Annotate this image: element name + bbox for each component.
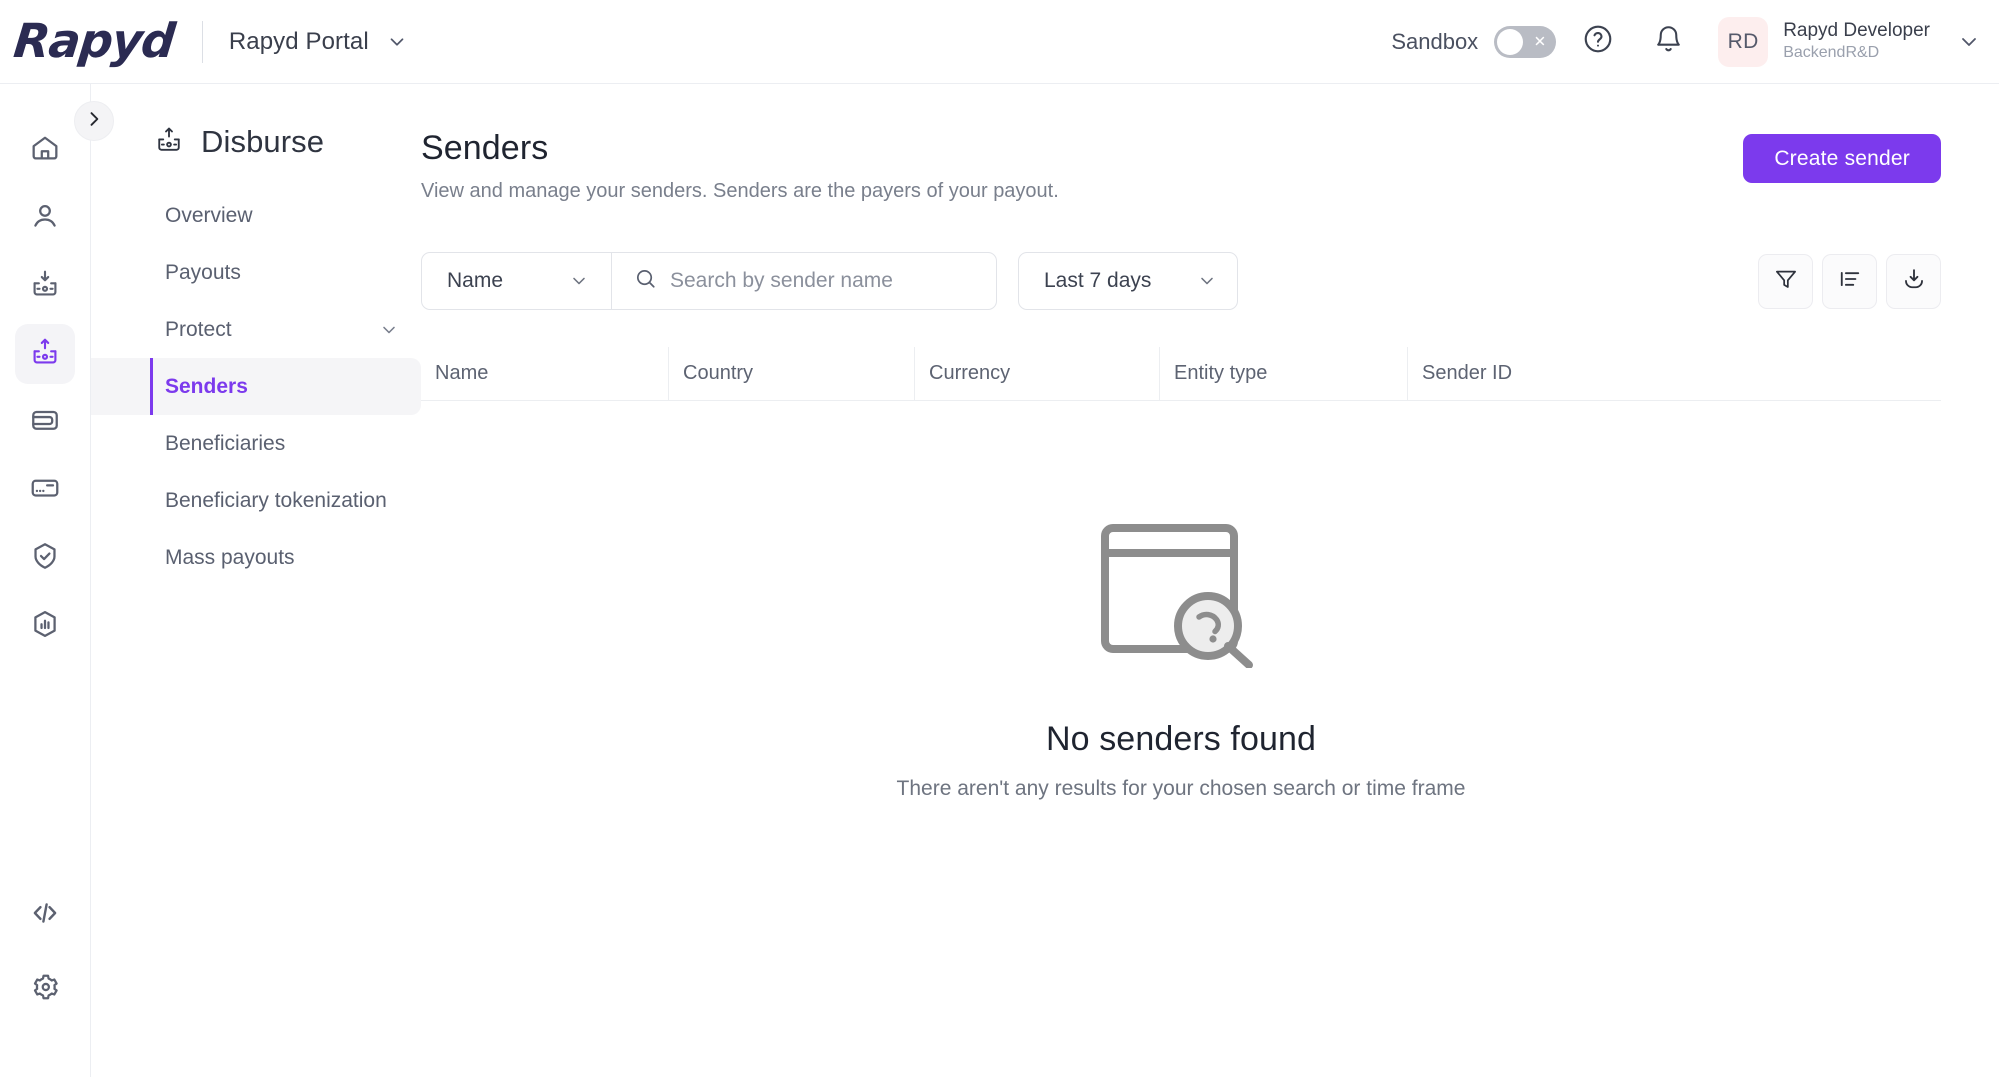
date-range-value: Last 7 days xyxy=(1044,269,1152,292)
table-tools xyxy=(1758,253,1941,309)
sidebar-item-label: Senders xyxy=(165,374,248,398)
section-nav-list: Overview Payouts Protect Senders Benefic… xyxy=(91,187,421,586)
export-button[interactable] xyxy=(1886,253,1941,309)
chevron-right-icon xyxy=(84,109,104,134)
user-org: BackendR&D xyxy=(1783,43,1880,61)
gear-icon xyxy=(29,971,61,1008)
card-icon xyxy=(29,472,61,509)
chevron-down-icon xyxy=(569,271,589,291)
collect-inbox-icon xyxy=(29,268,61,305)
disburse-outbox-icon xyxy=(154,125,184,160)
sidebar-item-protect[interactable]: Protect xyxy=(91,301,421,358)
sidebar-item-overview[interactable]: Overview xyxy=(91,187,421,244)
main-content: Senders View and manage your senders. Se… xyxy=(421,84,1999,1077)
filter-bar: Name Last 7 days xyxy=(421,252,1941,310)
page-header-text: Senders View and manage your senders. Se… xyxy=(421,129,1059,203)
rapyd-logo[interactable]: Rapyd xyxy=(11,14,177,69)
sidebar-collapse-button[interactable] xyxy=(74,101,114,141)
empty-state-subtitle: There aren't any results for your chosen… xyxy=(896,777,1466,800)
sidebar-item-label: Overview xyxy=(165,203,253,227)
bell-icon xyxy=(1653,24,1684,60)
section-header: Disburse xyxy=(91,124,421,160)
sidebar-item-protect[interactable] xyxy=(15,528,75,588)
column-header-currency[interactable]: Currency xyxy=(914,346,1159,401)
search-input[interactable] xyxy=(670,269,974,293)
sidebar-item-developers[interactable] xyxy=(15,885,75,945)
search-field xyxy=(612,253,996,309)
toggle-knob xyxy=(1497,28,1524,55)
sidebar-item-issuing[interactable] xyxy=(15,460,75,520)
chevron-down-icon[interactable] xyxy=(386,31,408,53)
chevron-down-icon xyxy=(1197,271,1217,291)
sidebar-item-label: Payouts xyxy=(165,260,241,284)
table-header-row: Name Country Currency Entity type Sender… xyxy=(421,346,1941,401)
disburse-outbox-icon xyxy=(29,336,61,373)
window-with-magnifier-icon xyxy=(1100,523,1263,673)
column-header-entity-type[interactable]: Entity type xyxy=(1159,346,1407,401)
sidebar-item-wallets[interactable] xyxy=(15,392,75,452)
sidebar-item-senders[interactable]: Senders xyxy=(91,358,421,415)
sidebar-item-beneficiaries[interactable]: Beneficiaries xyxy=(91,415,421,472)
search-icon xyxy=(634,267,657,295)
portal-name: Rapyd Portal xyxy=(228,27,369,55)
sidebar-item-collect[interactable] xyxy=(15,256,75,316)
sandbox-toggle[interactable]: ✕ xyxy=(1494,25,1557,58)
page-title: Senders xyxy=(421,129,549,167)
user-icon xyxy=(29,200,61,237)
sidebar-item-reports[interactable] xyxy=(15,596,75,656)
page-header: Senders View and manage your senders. Se… xyxy=(421,129,1941,203)
search-group: Name xyxy=(421,252,997,310)
field-select[interactable]: Name xyxy=(422,253,612,309)
brand-divider xyxy=(201,20,203,63)
chevron-down-icon[interactable] xyxy=(1957,30,1981,54)
home-icon xyxy=(29,132,61,169)
page-subtitle: View and manage your senders. Senders ar… xyxy=(421,180,1059,202)
sidebar-item-label: Protect xyxy=(165,317,232,341)
column-header-name[interactable]: Name xyxy=(421,347,668,401)
filter-button[interactable] xyxy=(1758,253,1813,309)
create-sender-button[interactable]: Create sender xyxy=(1743,134,1941,183)
sort-lines-icon xyxy=(1837,266,1863,297)
sort-button[interactable] xyxy=(1822,253,1877,309)
filter-funnel-icon xyxy=(1773,266,1799,297)
top-bar: Rapyd Rapyd Portal Sandbox ✕ RD Rapyd De… xyxy=(0,0,1999,84)
field-select-value: Name xyxy=(447,269,504,292)
sidebar-item-settings[interactable] xyxy=(15,959,75,1019)
help-button[interactable] xyxy=(1570,14,1626,70)
top-bar-right: Sandbox ✕ RD Rapyd Developer BackendR&D xyxy=(1391,0,1999,84)
brand-area: Rapyd Rapyd Portal xyxy=(0,0,408,84)
icon-rail xyxy=(0,84,91,1077)
chart-circle-icon xyxy=(29,608,61,645)
senders-table: Name Country Currency Entity type Sender… xyxy=(421,346,1941,801)
user-name: Rapyd Developer xyxy=(1783,20,1930,42)
date-range-select[interactable]: Last 7 days xyxy=(1018,252,1238,310)
avatar: RD xyxy=(1718,16,1769,67)
notifications-button[interactable] xyxy=(1640,14,1696,70)
section-title: Disburse xyxy=(201,124,325,159)
sidebar-item-label: Beneficiaries xyxy=(165,431,286,455)
column-header-country[interactable]: Country xyxy=(668,346,914,401)
user-info: Rapyd Developer BackendR&D xyxy=(1783,19,1930,64)
code-icon xyxy=(29,897,61,934)
section-nav: Disburse Overview Payouts Protect Sender… xyxy=(91,84,421,1077)
empty-state: No senders found There aren't any result… xyxy=(421,523,1941,801)
question-circle-icon xyxy=(1582,23,1614,60)
download-icon xyxy=(1901,266,1927,297)
sidebar-item-disburse[interactable] xyxy=(15,324,75,384)
sidebar-item-home[interactable] xyxy=(15,120,75,180)
sidebar-item-beneficiary-tokenization[interactable]: Beneficiary tokenization xyxy=(91,472,421,529)
user-menu[interactable]: RD Rapyd Developer BackendR&D xyxy=(1718,16,1981,67)
empty-state-title: No senders found xyxy=(1046,720,1316,758)
sidebar-item-label: Beneficiary tokenization xyxy=(165,488,387,512)
chevron-down-icon[interactable] xyxy=(379,320,399,340)
column-header-sender-id[interactable]: Sender ID xyxy=(1407,346,1657,401)
sidebar-item-label: Mass payouts xyxy=(165,545,295,569)
sidebar-item-mass-payouts[interactable]: Mass payouts xyxy=(91,529,421,586)
close-icon: ✕ xyxy=(1533,33,1547,50)
sidebar-item-payouts[interactable]: Payouts xyxy=(91,244,421,301)
sidebar-item-customers[interactable] xyxy=(15,188,75,248)
shield-check-icon xyxy=(29,540,61,577)
sandbox-label: Sandbox xyxy=(1391,28,1479,54)
wallet-icon xyxy=(29,404,61,441)
